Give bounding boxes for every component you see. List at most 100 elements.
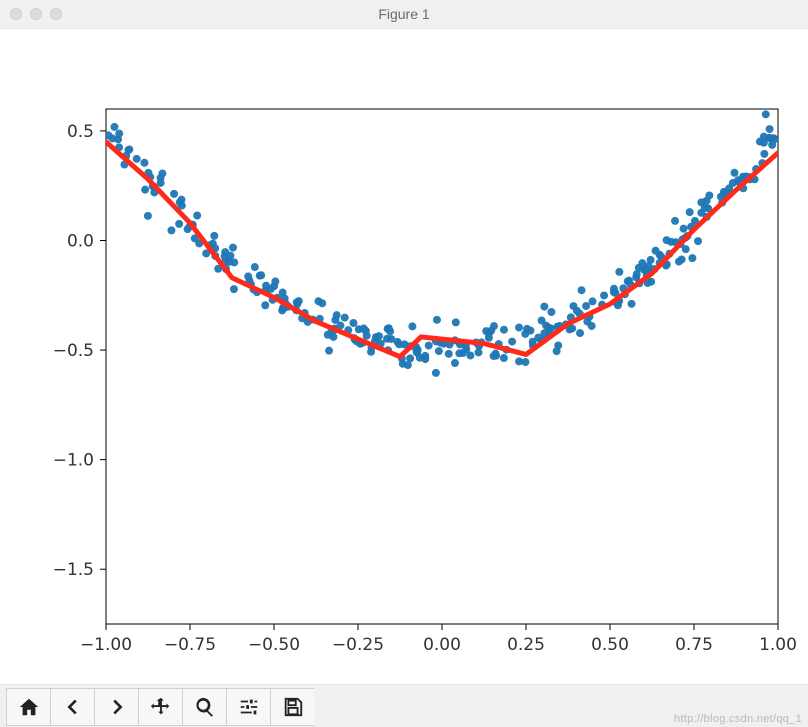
scatter-point xyxy=(671,217,679,225)
xtick-label: 0.75 xyxy=(675,635,713,655)
scatter-point xyxy=(521,330,529,338)
xtick-label: 0.25 xyxy=(507,635,545,655)
scatter-point xyxy=(466,351,474,359)
save-button[interactable] xyxy=(270,688,314,726)
scatter-point xyxy=(279,289,287,297)
scatter-point xyxy=(583,318,591,326)
scatter-point xyxy=(705,191,713,199)
home-icon xyxy=(18,696,40,718)
zoom-button[interactable] xyxy=(182,688,226,726)
scatter-point xyxy=(731,169,739,177)
scatter-point xyxy=(110,123,118,131)
scatter-point xyxy=(244,272,252,280)
watermark-text: http://blog.csdn.net/qq_1 xyxy=(674,713,802,725)
scatter-point xyxy=(554,342,562,350)
scatter-point xyxy=(435,347,443,355)
scatter-point xyxy=(318,299,326,307)
ytick-label: −1.5 xyxy=(53,560,94,580)
scatter-point xyxy=(615,268,623,276)
scatter-point xyxy=(158,169,166,177)
scatter-point xyxy=(433,316,441,324)
scatter-point xyxy=(582,302,590,310)
scatter-point xyxy=(694,237,702,245)
scatter-point xyxy=(257,271,265,279)
maximize-icon[interactable] xyxy=(50,8,62,20)
axes-frame xyxy=(106,109,778,624)
plot-svg: −1.00−0.75−0.50−0.250.000.250.500.751.00… xyxy=(0,29,808,684)
scatter-point xyxy=(210,232,218,240)
arrow-right-icon xyxy=(106,696,128,718)
move-icon xyxy=(150,696,172,718)
xtick-label: −0.50 xyxy=(248,635,300,655)
scatter-point xyxy=(762,110,770,118)
subplots-button[interactable] xyxy=(226,688,270,726)
scatter-point xyxy=(408,322,416,330)
scatter-point xyxy=(547,308,555,316)
scatter-point xyxy=(452,318,460,326)
scatter-point xyxy=(682,245,690,253)
xtick-label: 0.50 xyxy=(591,635,629,655)
scatter-point xyxy=(766,125,774,133)
figure-canvas[interactable]: −1.00−0.75−0.50−0.250.000.250.500.751.00… xyxy=(0,29,808,684)
arrow-left-icon xyxy=(62,696,84,718)
window-titlebar: Figure 1 xyxy=(0,0,808,29)
scatter-point xyxy=(432,369,440,377)
scatter-point xyxy=(261,301,269,309)
forward-button[interactable] xyxy=(94,688,138,726)
scatter-point xyxy=(140,159,148,167)
scatter-point xyxy=(341,314,349,322)
back-button[interactable] xyxy=(50,688,94,726)
scatter-point xyxy=(221,248,229,256)
scatter-point xyxy=(589,297,597,305)
scatter-point xyxy=(267,285,275,293)
scatter-point xyxy=(387,335,395,343)
window-title: Figure 1 xyxy=(0,6,808,22)
scatter-point xyxy=(293,298,301,306)
scatter-point xyxy=(175,220,183,228)
scatter-point xyxy=(701,204,709,212)
scatter-point xyxy=(141,186,149,194)
save-icon xyxy=(282,696,304,718)
scatter-point xyxy=(688,254,696,262)
scatter-point xyxy=(640,266,648,274)
scatter-point xyxy=(569,302,577,310)
minimize-icon[interactable] xyxy=(30,8,42,20)
ytick-label: −1.0 xyxy=(53,451,94,471)
scatter-point xyxy=(230,285,238,293)
scatter-point xyxy=(485,330,493,338)
home-button[interactable] xyxy=(6,688,50,726)
scatter-point xyxy=(445,350,453,358)
xtick-label: −1.00 xyxy=(80,635,132,655)
xtick-label: 0.00 xyxy=(423,635,461,655)
scatter-point xyxy=(451,359,459,367)
scatter-point xyxy=(230,258,238,266)
scatter-point xyxy=(625,277,633,285)
scatter-point xyxy=(686,208,694,216)
scatter-point xyxy=(492,352,500,360)
scatter-point xyxy=(508,338,516,346)
scatter-point xyxy=(176,198,184,206)
ytick-label: 0.5 xyxy=(67,122,94,142)
fit-line xyxy=(106,142,778,357)
scatter-point xyxy=(500,354,508,362)
scatter-point xyxy=(157,179,165,187)
scatter-point xyxy=(475,348,483,356)
ytick-label: 0.0 xyxy=(67,231,94,251)
pan-button[interactable] xyxy=(138,688,182,726)
scatter-point xyxy=(329,333,337,341)
scatter-point xyxy=(500,326,508,334)
scatter-point xyxy=(540,303,548,311)
scatter-point xyxy=(114,135,122,143)
scatter-point xyxy=(271,277,279,285)
close-icon[interactable] xyxy=(10,8,22,20)
scatter-point xyxy=(425,342,433,350)
scatter-point xyxy=(375,332,383,340)
scatter-point xyxy=(610,285,618,293)
scatter-point xyxy=(193,211,201,219)
scatter-point xyxy=(406,354,414,362)
scatter-point xyxy=(333,311,341,319)
scatter-point xyxy=(678,255,686,263)
scatter-point xyxy=(421,355,429,363)
scatter-point xyxy=(325,347,333,355)
scatter-point xyxy=(538,316,546,324)
